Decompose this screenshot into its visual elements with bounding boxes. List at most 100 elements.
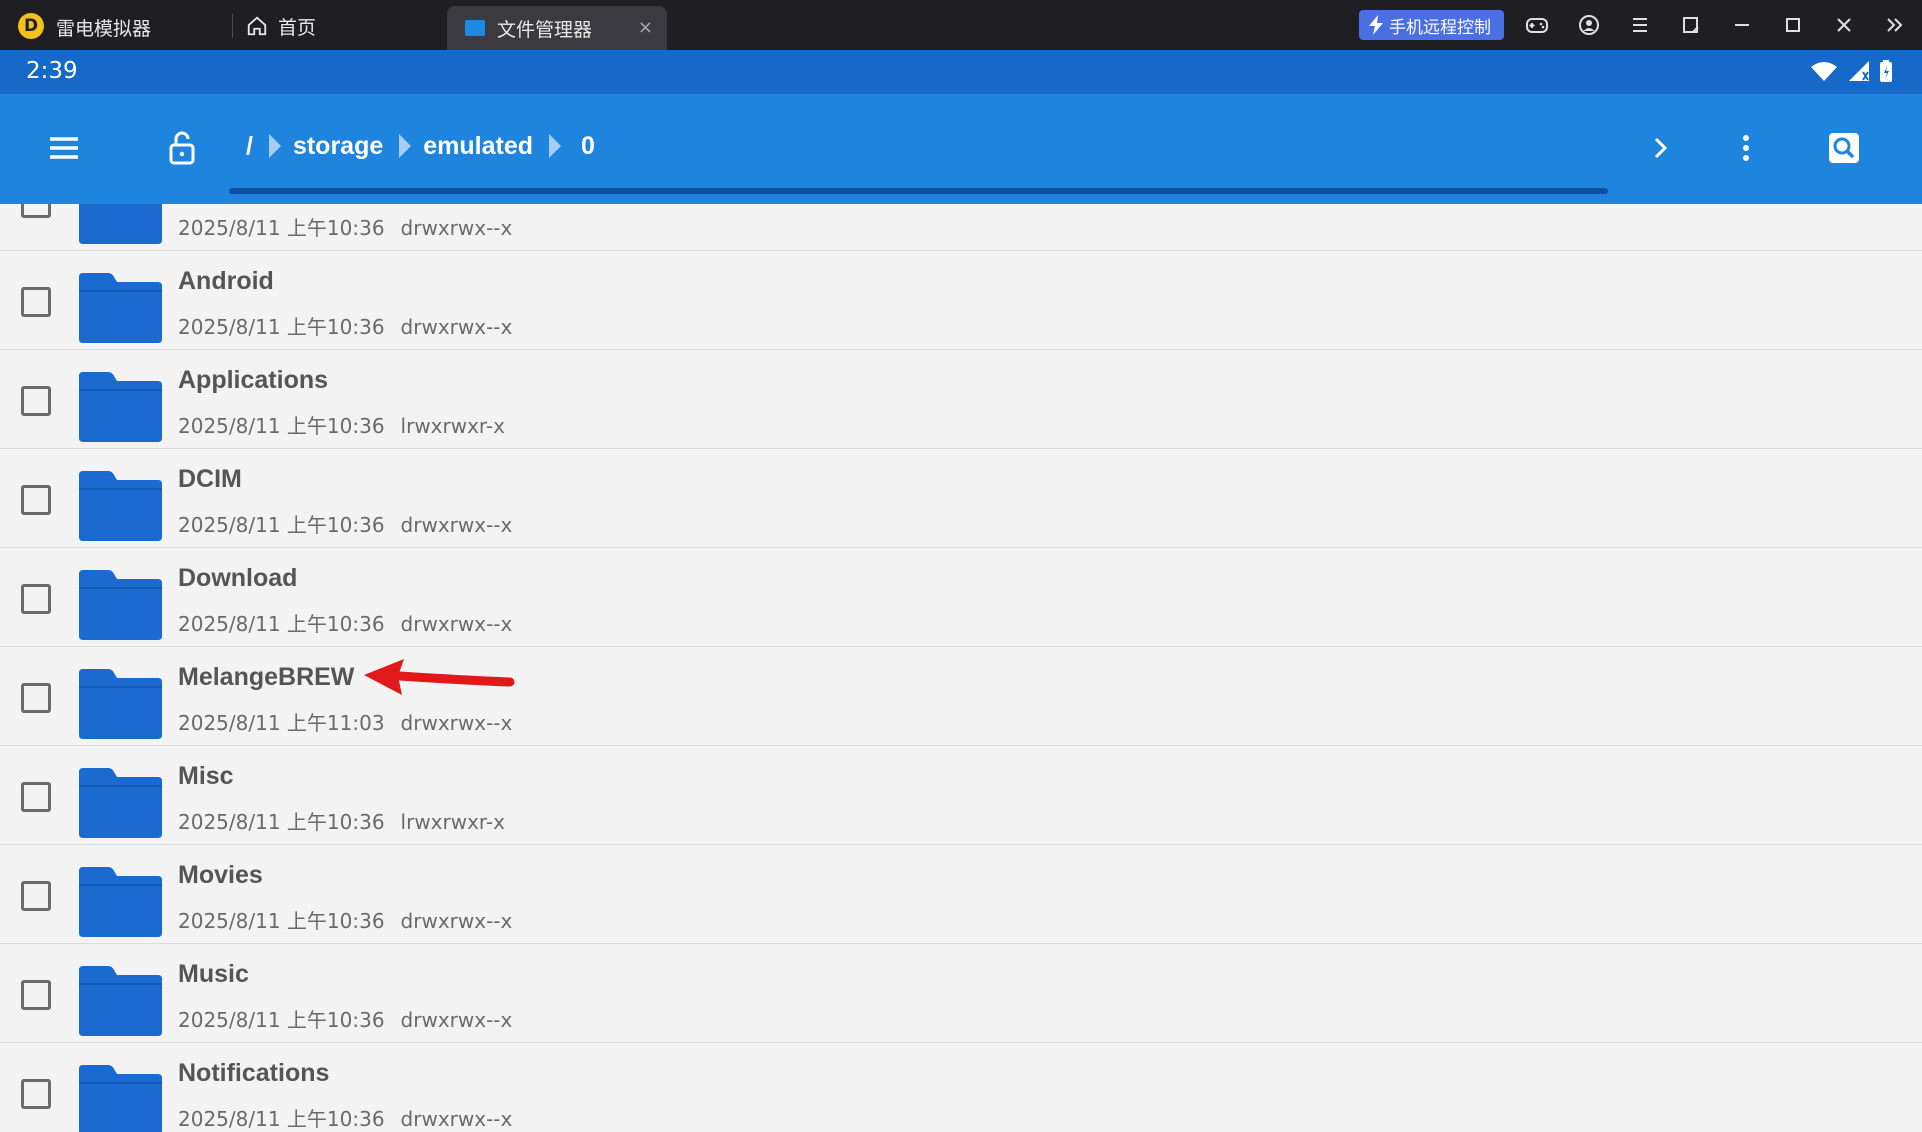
select-checkbox[interactable] <box>21 287 51 317</box>
select-checkbox[interactable] <box>21 204 51 218</box>
breadcrumb-0[interactable]: 0 <box>581 132 595 161</box>
select-checkbox[interactable] <box>21 584 51 614</box>
gamepad-icon[interactable] <box>1522 10 1552 40</box>
file-meta: 2025/8/11 上午11:03 drwxrwx--x <box>178 707 512 736</box>
list-item[interactable]: Applications 2025/8/11 上午10:36 lrwxrwxr-x <box>0 350 1922 449</box>
account-icon[interactable] <box>1574 10 1604 40</box>
folder-icon <box>76 667 164 739</box>
menu-icon[interactable] <box>1625 10 1655 40</box>
file-name: DCIM <box>178 465 242 493</box>
file-meta: 2025/8/11 上午10:36 drwxrwx--x <box>178 608 512 637</box>
tab-home[interactable]: 首页 <box>246 8 316 44</box>
list-item[interactable]: Music 2025/8/11 上午10:36 drwxrwx--x <box>0 944 1922 1043</box>
minimize-icon[interactable] <box>1727 10 1757 40</box>
chevron-right-icon[interactable] <box>1640 128 1680 168</box>
folder-icon <box>76 766 164 838</box>
list-item[interactable]: Movies 2025/8/11 上午10:36 drwxrwx--x <box>0 845 1922 944</box>
file-permissions: drwxrwx--x <box>400 1107 513 1131</box>
file-meta: 2025/8/11 上午10:36 drwxrwx--x <box>178 1004 512 1033</box>
file-meta: 2025/8/11 上午10:36 drwxrwx--x <box>178 212 512 241</box>
battery-icon <box>1880 60 1892 82</box>
breadcrumb-separator-icon <box>268 134 281 158</box>
close-window-icon[interactable] <box>1829 10 1859 40</box>
list-item[interactable]: 2025/8/11 上午10:36 drwxrwx--x <box>0 204 1922 251</box>
file-name: MelangeBREW <box>178 663 355 691</box>
file-name: Applications <box>178 366 329 394</box>
hamburger-menu-icon[interactable] <box>44 128 84 168</box>
file-permissions: drwxrwx--x <box>400 909 513 933</box>
file-permissions: drwxrwx--x <box>400 513 513 537</box>
file-name: Android <box>178 267 274 295</box>
expand-sidebar-icon[interactable] <box>1880 10 1910 40</box>
tab-home-label: 首页 <box>278 16 317 39</box>
divider <box>232 14 233 38</box>
file-permissions: drwxrwx--x <box>400 711 513 735</box>
select-checkbox[interactable] <box>21 1079 51 1109</box>
select-checkbox[interactable] <box>21 683 51 713</box>
status-time: 2:39 <box>26 58 78 84</box>
path-progress-bar <box>229 188 1608 194</box>
remote-control-button[interactable]: 手机远程控制 <box>1359 10 1504 40</box>
maximize-icon[interactable] <box>1778 10 1808 40</box>
breadcrumb-separator-icon <box>399 134 412 158</box>
more-options-icon[interactable] <box>1726 128 1766 168</box>
file-name: Notifications <box>178 1059 330 1087</box>
annotation-arrow-icon <box>364 659 515 695</box>
file-name: Download <box>178 564 298 592</box>
folder-icon <box>76 271 164 343</box>
select-checkbox[interactable] <box>21 386 51 416</box>
select-checkbox[interactable] <box>21 485 51 515</box>
file-manager-toolbar: / storage emulated 0 <box>0 94 1922 204</box>
tab-file-manager[interactable]: 文件管理器 × <box>447 6 667 50</box>
file-meta: 2025/8/11 上午10:36 lrwxrwxr-x <box>178 806 505 835</box>
folder-icon <box>465 20 485 36</box>
file-permissions: drwxrwx--x <box>400 315 513 339</box>
rotate-screen-icon[interactable] <box>1676 10 1706 40</box>
lightning-icon <box>1369 15 1383 35</box>
list-item[interactable]: MelangeBREW 2025/8/11 上午11:03 drwxrwx--x <box>0 647 1922 746</box>
emulator-title-bar: D 雷电模拟器 首页 文件管理器 × 手机远程控制 <box>0 0 1922 50</box>
folder-icon <box>76 469 164 541</box>
folder-icon <box>76 204 164 244</box>
breadcrumb-root[interactable]: / <box>246 132 253 161</box>
file-name: Misc <box>178 762 234 790</box>
list-item[interactable]: DCIM 2025/8/11 上午10:36 drwxrwx--x <box>0 449 1922 548</box>
list-item[interactable]: Misc 2025/8/11 上午10:36 lrwxrwxr-x <box>0 746 1922 845</box>
tab-file-manager-label: 文件管理器 <box>497 18 593 41</box>
file-date: 2025/8/11 上午10:36 <box>178 810 385 834</box>
search-icon[interactable] <box>1824 128 1864 168</box>
signal-icon <box>1849 61 1869 81</box>
file-date: 2025/8/11 上午11:03 <box>178 711 385 735</box>
tab-close-icon[interactable]: × <box>638 17 653 38</box>
file-permissions: lrwxrwxr-x <box>400 414 505 438</box>
file-meta: 2025/8/11 上午10:36 drwxrwx--x <box>178 509 512 538</box>
select-checkbox[interactable] <box>21 782 51 812</box>
file-meta: 2025/8/11 上午10:36 lrwxrwxr-x <box>178 410 505 439</box>
select-checkbox[interactable] <box>21 881 51 911</box>
file-date: 2025/8/11 上午10:36 <box>178 1008 385 1032</box>
list-item[interactable]: Notifications 2025/8/11 上午10:36 drwxrwx--… <box>0 1043 1922 1132</box>
file-date: 2025/8/11 上午10:36 <box>178 513 385 537</box>
select-checkbox[interactable] <box>21 980 51 1010</box>
file-date: 2025/8/11 上午10:36 <box>178 216 385 240</box>
folder-icon <box>76 865 164 937</box>
file-name: Movies <box>178 861 263 889</box>
breadcrumb-separator-icon <box>549 134 562 158</box>
home-icon <box>247 16 267 36</box>
folder-icon <box>76 1063 164 1132</box>
file-date: 2025/8/11 上午10:36 <box>178 909 385 933</box>
android-status-bar: 2:39 <box>0 50 1922 94</box>
wifi-icon <box>1811 62 1837 81</box>
file-meta: 2025/8/11 上午10:36 drwxrwx--x <box>178 1103 512 1132</box>
breadcrumb-storage[interactable]: storage <box>293 132 383 161</box>
file-date: 2025/8/11 上午10:36 <box>178 1107 385 1131</box>
unlock-icon[interactable] <box>162 128 202 168</box>
breadcrumb-emulated[interactable]: emulated <box>423 132 533 161</box>
remote-control-label: 手机远程控制 <box>1389 17 1491 38</box>
file-date: 2025/8/11 上午10:36 <box>178 612 385 636</box>
list-item[interactable]: Download 2025/8/11 上午10:36 drwxrwx--x <box>0 548 1922 647</box>
file-name: Music <box>178 960 249 988</box>
file-date: 2025/8/11 上午10:36 <box>178 414 385 438</box>
list-item[interactable]: Android 2025/8/11 上午10:36 drwxrwx--x <box>0 251 1922 350</box>
file-permissions: drwxrwx--x <box>400 1008 513 1032</box>
